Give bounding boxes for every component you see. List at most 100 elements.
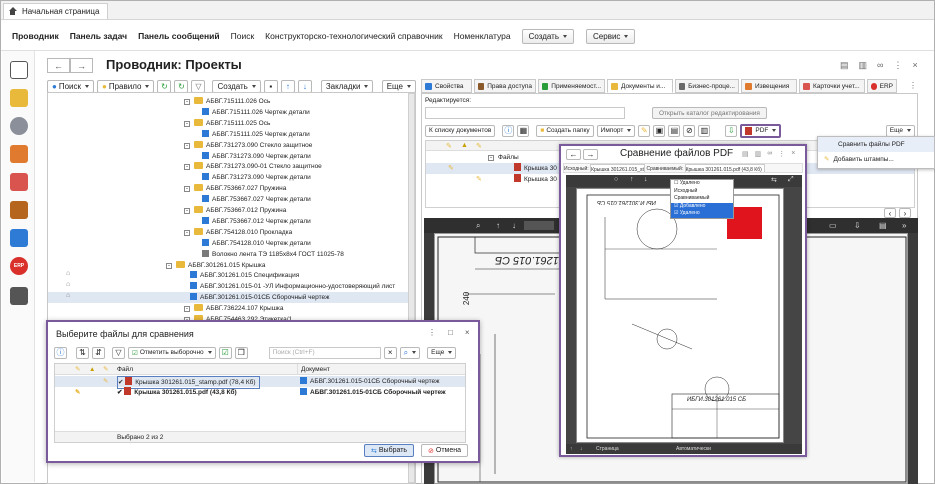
tree-row[interactable]: - АБВГ.753667.027 Пружина bbox=[48, 183, 286, 194]
fit-width-icon[interactable]: ▭ bbox=[829, 221, 837, 230]
legend-source[interactable]: Исходный bbox=[674, 188, 733, 196]
rule-button[interactable]: ● Правило bbox=[97, 79, 155, 93]
menu-explorer[interactable]: Проводник bbox=[12, 31, 59, 41]
print-icon[interactable]: ▤ bbox=[742, 150, 749, 158]
tree-row[interactable]: - АБВГ.715111.026 Ось bbox=[48, 96, 270, 107]
files-group-row[interactable]: - Файлы bbox=[488, 152, 519, 163]
page-number-field[interactable] bbox=[524, 221, 554, 230]
collapse-icon[interactable]: - bbox=[184, 164, 190, 171]
lock-button[interactable]: ▣ bbox=[653, 124, 666, 137]
tree-row[interactable]: АБВГ.715111.025 Чертеж детали bbox=[48, 129, 310, 140]
save-icon[interactable]: ▥ bbox=[755, 150, 762, 158]
service-menu-button[interactable]: Сервис bbox=[586, 28, 636, 44]
double-chevron-icon[interactable]: » bbox=[902, 221, 906, 230]
tree-row[interactable]: АБВГ.754128.010 Чертеж детали bbox=[48, 238, 311, 249]
close-icon[interactable]: × bbox=[791, 150, 795, 158]
mark-selected-button[interactable]: ☑ Отметить выборочно bbox=[128, 346, 216, 359]
tree-row[interactable]: - АБВГ.736224.107 Крышка bbox=[48, 303, 284, 314]
info-button[interactable]: ⓘ bbox=[54, 346, 67, 359]
tree-row[interactable]: - АБВГ.301261.015 Крышка bbox=[48, 260, 266, 271]
legend-removed-top[interactable]: ☐ Удалено bbox=[674, 180, 733, 188]
refresh-button[interactable]: ↻ bbox=[157, 79, 172, 93]
zoom-icon[interactable]: ○ bbox=[614, 176, 618, 183]
tab-access-rights[interactable]: Права доступа bbox=[474, 79, 536, 93]
move-down-button[interactable]: ↓ bbox=[297, 79, 312, 93]
home-tab[interactable]: Начальная страница bbox=[3, 3, 108, 19]
tree-row[interactable]: АБВГ.731273.090 Чертеж детали bbox=[48, 151, 311, 162]
download-button[interactable]: ⇩ bbox=[725, 124, 738, 137]
to-list-button[interactable]: К списку документов bbox=[425, 124, 496, 137]
collapse-icon[interactable]: - bbox=[166, 262, 172, 269]
create-folder-button[interactable]: ■ Создать папку bbox=[536, 124, 594, 137]
filter-button[interactable]: ▽ bbox=[191, 79, 206, 93]
select-button[interactable]: ⇆ Выбрать bbox=[364, 444, 415, 457]
edit-button[interactable]: ✎ bbox=[638, 124, 651, 137]
compare-zoom-mode[interactable]: Автоматически bbox=[676, 444, 711, 454]
import-button[interactable]: Импорт bbox=[596, 124, 636, 137]
menu-task-panel[interactable]: Панель задач bbox=[70, 31, 127, 41]
menu-search[interactable]: Поиск bbox=[231, 31, 255, 41]
back-button[interactable]: ← bbox=[47, 58, 70, 73]
print-icon[interactable]: ▤ bbox=[840, 60, 849, 71]
collapse-icon[interactable]: - bbox=[184, 208, 190, 214]
collapse-icon[interactable]: - bbox=[184, 229, 190, 236]
tree-row[interactable]: АБВГ.715111.026 Чертеж детали bbox=[48, 107, 310, 118]
tree-row[interactable]: АБВГ.301261.015 Спецификация bbox=[48, 270, 299, 281]
arrow-up-icon[interactable]: ↑ bbox=[570, 444, 573, 454]
save-button[interactable]: ▪ bbox=[263, 79, 278, 93]
link-icon[interactable]: ∞ bbox=[767, 150, 772, 158]
refresh-all-button[interactable]: ↻ bbox=[174, 79, 189, 93]
collapse-icon[interactable]: - bbox=[184, 306, 190, 313]
book-icon[interactable] bbox=[10, 145, 28, 163]
menu-nomenclature[interactable]: Номенклатура bbox=[454, 31, 511, 41]
forward-button[interactable]: → bbox=[70, 58, 93, 73]
stack-button[interactable]: ▥ bbox=[698, 124, 711, 137]
link-icon[interactable]: ∞ bbox=[877, 60, 883, 71]
uncheck-all-button[interactable]: ❐ bbox=[234, 346, 248, 359]
close-icon[interactable]: × bbox=[465, 328, 470, 337]
column-file[interactable]: Файл bbox=[117, 364, 133, 375]
arrow-down-icon[interactable]: ↓ bbox=[644, 176, 648, 183]
sort-desc-button[interactable]: ⇵ bbox=[92, 346, 105, 359]
tab-notices[interactable]: Извещения bbox=[741, 79, 797, 93]
tree-row[interactable]: Волокно лента ТЭ 1185х8х4 ГОСТ 11025-78 bbox=[48, 249, 344, 260]
compare-mode-icon[interactable]: ⇆ bbox=[771, 176, 777, 184]
collapse-icon[interactable]: - bbox=[184, 120, 190, 127]
tab-erp[interactable]: ERP bbox=[867, 79, 897, 93]
close-icon[interactable]: × bbox=[912, 60, 917, 71]
add-stamps-item[interactable]: ✎ Добавить штампы... bbox=[818, 152, 934, 167]
tree-row[interactable]: - АБВГ.715111.025 Ось bbox=[48, 118, 270, 129]
column-document[interactable]: Документ bbox=[297, 364, 330, 375]
report-icon[interactable] bbox=[10, 173, 28, 191]
tab-documents[interactable]: Документы и... bbox=[607, 79, 673, 93]
compare-pdf-item[interactable]: Сравнить файлы PDF bbox=[818, 137, 934, 152]
dialog-search-button[interactable]: ⌕ bbox=[399, 346, 421, 359]
gears-icon[interactable] bbox=[10, 117, 28, 135]
collapse-icon[interactable]: - bbox=[184, 142, 190, 149]
search-button[interactable]: ● Поиск bbox=[47, 79, 95, 93]
dialog-search-input[interactable]: Поиск (Ctrl+F) bbox=[268, 346, 381, 359]
create-menu-button[interactable]: Создать bbox=[521, 28, 575, 44]
download-icon[interactable]: ⇩ bbox=[854, 221, 861, 230]
table-row[interactable]: ✎ ✔ Крышка 301261.015.pdf (43,8 Кб) АБВГ… bbox=[55, 387, 465, 398]
legend-compared[interactable]: Сравниваемый bbox=[674, 195, 733, 203]
arrow-up-icon[interactable]: ↑ bbox=[630, 176, 634, 183]
arrow-up-icon[interactable]: ↑ bbox=[496, 221, 500, 230]
open-catalog-button[interactable]: Открыть каталог редактирования bbox=[652, 107, 767, 119]
tab-usage[interactable]: Применяемост... bbox=[538, 79, 605, 93]
filter-button[interactable]: ▽ bbox=[112, 346, 125, 359]
compared-file-field[interactable]: Крышка 301261.015.pdf (43,8 Кб) bbox=[684, 164, 765, 172]
cancel-button[interactable]: ⊘ Отмена bbox=[421, 444, 468, 457]
collapse-icon[interactable]: - bbox=[184, 99, 190, 105]
more-vert-icon[interactable]: ⋮ bbox=[778, 150, 785, 158]
puzzle-icon[interactable] bbox=[10, 229, 28, 247]
tree-row[interactable]: АБВГ.301261.015-01 -УЛ Информационно-удо… bbox=[48, 281, 395, 292]
stack-icon[interactable] bbox=[10, 89, 28, 107]
tree-row[interactable]: - АБВГ.731273.090-01 Стекло защитное bbox=[48, 161, 322, 172]
tab-cards[interactable]: Карточки учет... bbox=[799, 79, 865, 93]
briefcase-icon[interactable] bbox=[10, 201, 28, 219]
arrow-down-icon[interactable]: ↓ bbox=[580, 444, 583, 454]
tab-properties[interactable]: Свойства bbox=[421, 79, 472, 93]
table-row[interactable]: ✎ ✔ Крышка 301261.015_stamp.pdf (78,4 Кб… bbox=[55, 376, 465, 389]
grid-next-button[interactable]: › bbox=[899, 208, 911, 218]
